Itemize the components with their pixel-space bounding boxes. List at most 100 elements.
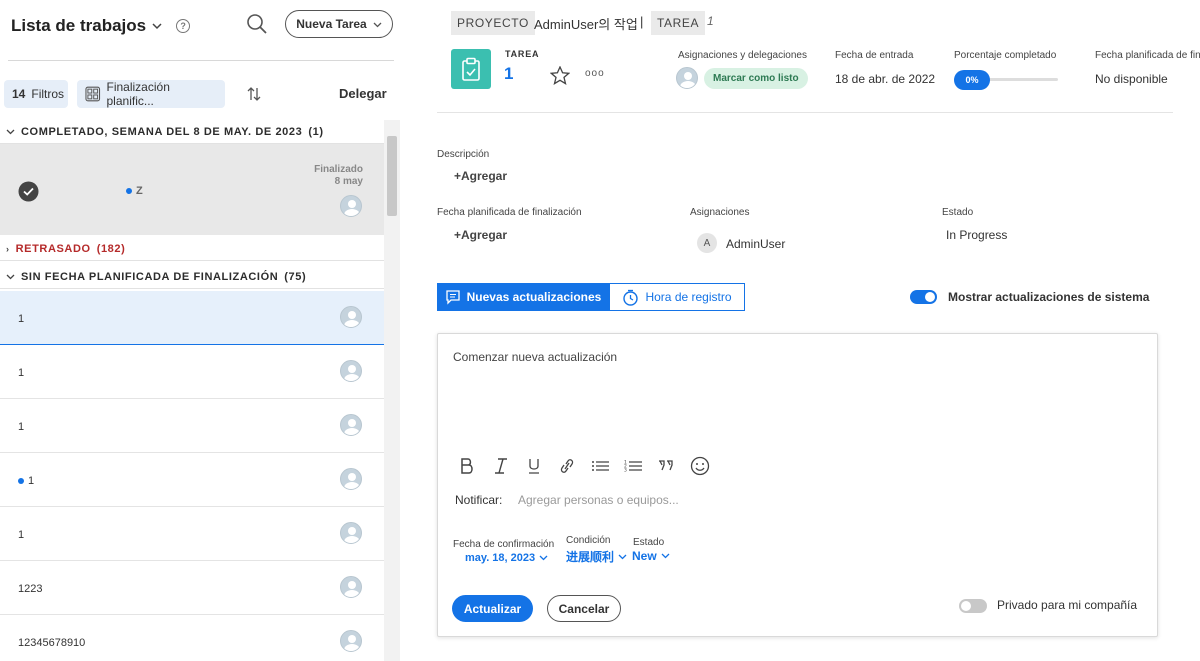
percent-complete-badge[interactable]: 0% <box>954 70 990 90</box>
breadcrumb-separator: | <box>640 14 644 29</box>
filters-count: 14 <box>12 87 26 101</box>
notify-input[interactable]: Agregar personas o equipos... <box>518 493 679 507</box>
task-type-icon <box>451 49 491 89</box>
task-list: COMPLETADO, SEMANA DEL 8 DE MAY. DE 2023… <box>0 120 384 661</box>
comment-icon <box>445 290 460 305</box>
condition-value: 进展顺利 <box>566 550 615 564</box>
update-status-label: Estado <box>633 537 665 548</box>
group-label: RETRASADO <box>15 242 91 255</box>
private-toggle[interactable] <box>959 599 987 613</box>
avatar <box>340 306 362 328</box>
worklist-title[interactable]: Lista de trabajos ? <box>11 16 191 36</box>
group-header-completed[interactable]: COMPLETADO, SEMANA DEL 8 DE MAY. DE 2023… <box>0 120 384 144</box>
task-name: 1 <box>18 367 25 379</box>
percent-complete-label: Porcentaje completado <box>954 50 1057 61</box>
delegate-button[interactable]: Delegar <box>339 86 387 101</box>
task-name: Z <box>136 185 143 197</box>
group-label: SIN FECHA PLANIFICADA DE FINALIZACIÓN <box>21 270 279 283</box>
list-item[interactable]: 1223 <box>0 561 384 615</box>
divider <box>8 60 394 61</box>
unread-dot <box>18 478 24 484</box>
bold-icon[interactable] <box>456 455 478 477</box>
update-button[interactable]: Actualizar <box>452 595 533 622</box>
chevron-right-icon: › <box>6 243 10 254</box>
star-icon[interactable] <box>550 66 570 85</box>
grid-icon <box>85 86 101 102</box>
sort-direction-icon[interactable] <box>247 86 261 102</box>
project-tag: PROYECTO <box>451 11 535 35</box>
commit-date-select[interactable]: may. 18, 2023 <box>465 552 548 564</box>
assignee-avatar: A <box>697 233 717 253</box>
mark-done-button[interactable]: Marcar como listo <box>704 68 808 89</box>
svg-text:3: 3 <box>624 468 627 474</box>
bullet-list-icon[interactable] <box>589 455 611 477</box>
search-icon[interactable] <box>246 13 268 35</box>
group-count: (75) <box>284 270 307 283</box>
numbered-list-icon[interactable]: 123 <box>622 455 644 477</box>
entry-date-label: Fecha de entrada <box>835 50 914 61</box>
task-name-crumb: 1 <box>707 14 714 28</box>
avatar <box>340 522 362 544</box>
tab-label: Hora de registro <box>645 290 732 304</box>
list-item[interactable]: 1 <box>0 345 384 399</box>
update-status-value: New <box>632 549 657 563</box>
quote-icon[interactable] <box>655 455 677 477</box>
avatar <box>340 576 362 598</box>
task-name: 1223 <box>18 583 43 595</box>
avatar <box>340 414 362 436</box>
assignments-header-label: Asignaciones y delegaciones <box>678 50 807 61</box>
list-item[interactable]: 1 <box>0 291 384 345</box>
cancel-button[interactable]: Cancelar <box>547 595 621 622</box>
filters-button[interactable]: 14 Filtros <box>4 80 68 108</box>
emoji-icon[interactable] <box>689 455 711 477</box>
completion-date: 8 may <box>334 176 363 187</box>
underline-icon[interactable] <box>523 455 545 477</box>
chevron-down-icon <box>618 554 627 559</box>
system-updates-toggle[interactable] <box>910 290 937 304</box>
sort-field-label: Finalización planific... <box>106 80 170 108</box>
planned-completion-add-button[interactable]: +Agregar <box>454 228 507 242</box>
status-value[interactable]: In Progress <box>946 228 1007 242</box>
new-task-button[interactable]: Nueva Tarea <box>285 10 393 38</box>
tab-time-log[interactable]: Hora de registro <box>609 283 745 311</box>
chevron-down-icon <box>152 23 162 30</box>
more-options-icon[interactable]: ooo <box>585 68 605 79</box>
worklist-panel: Lista de trabajos ? Nueva Tarea 14 Filtr… <box>0 0 400 661</box>
new-task-label: Nueva Tarea <box>296 17 367 31</box>
sort-field-button[interactable]: Finalización planific... <box>77 80 225 108</box>
assignee-name[interactable]: AdminUser <box>726 237 785 251</box>
chevron-down-icon <box>6 129 15 135</box>
scrollbar-thumb[interactable] <box>387 136 397 216</box>
task-name: 1 <box>18 421 25 433</box>
condition-select[interactable]: 进展顺利 <box>566 548 627 565</box>
task-number[interactable]: 1 <box>504 64 513 84</box>
entry-date-value: 18 de abr. de 2022 <box>835 72 936 86</box>
task-name: 12345678910 <box>18 637 86 649</box>
project-name-link[interactable]: AdminUser의 작업 <box>534 14 638 33</box>
group-header-no-date[interactable]: SIN FECHA PLANIFICADA DE FINALIZACIÓN (7… <box>0 265 384 289</box>
filters-label: Filtros <box>31 87 65 101</box>
list-item[interactable]: 1 <box>0 507 384 561</box>
avatar[interactable] <box>676 67 698 89</box>
list-item-completed[interactable]: Z Finalizado 8 may <box>0 144 384 235</box>
avatar <box>340 360 362 382</box>
task-name: 1 <box>18 313 25 325</box>
list-item[interactable]: 1 <box>0 399 384 453</box>
notify-label: Notificar: <box>455 493 503 507</box>
list-item[interactable]: 12345678910 <box>0 615 384 661</box>
completion-status: Finalizado <box>314 164 363 175</box>
clock-icon <box>623 289 639 306</box>
group-header-late[interactable]: › RETRASADO (182) <box>0 237 384 261</box>
complete-check-icon[interactable] <box>18 181 39 202</box>
planned-completion-label: Fecha planificada de finalización <box>437 207 582 218</box>
task-name: 1 <box>18 529 25 541</box>
link-icon[interactable] <box>556 455 578 477</box>
percent-progress-track[interactable] <box>987 78 1058 81</box>
help-icon[interactable]: ? <box>176 19 191 33</box>
italic-icon[interactable] <box>490 455 512 477</box>
tab-new-updates[interactable]: Nuevas actualizaciones <box>437 283 609 311</box>
update-status-select[interactable]: New <box>632 549 670 563</box>
update-text-area[interactable]: Comenzar nueva actualización <box>453 350 617 364</box>
list-item[interactable]: 1 <box>0 453 384 507</box>
description-add-button[interactable]: +Agregar <box>454 169 507 183</box>
